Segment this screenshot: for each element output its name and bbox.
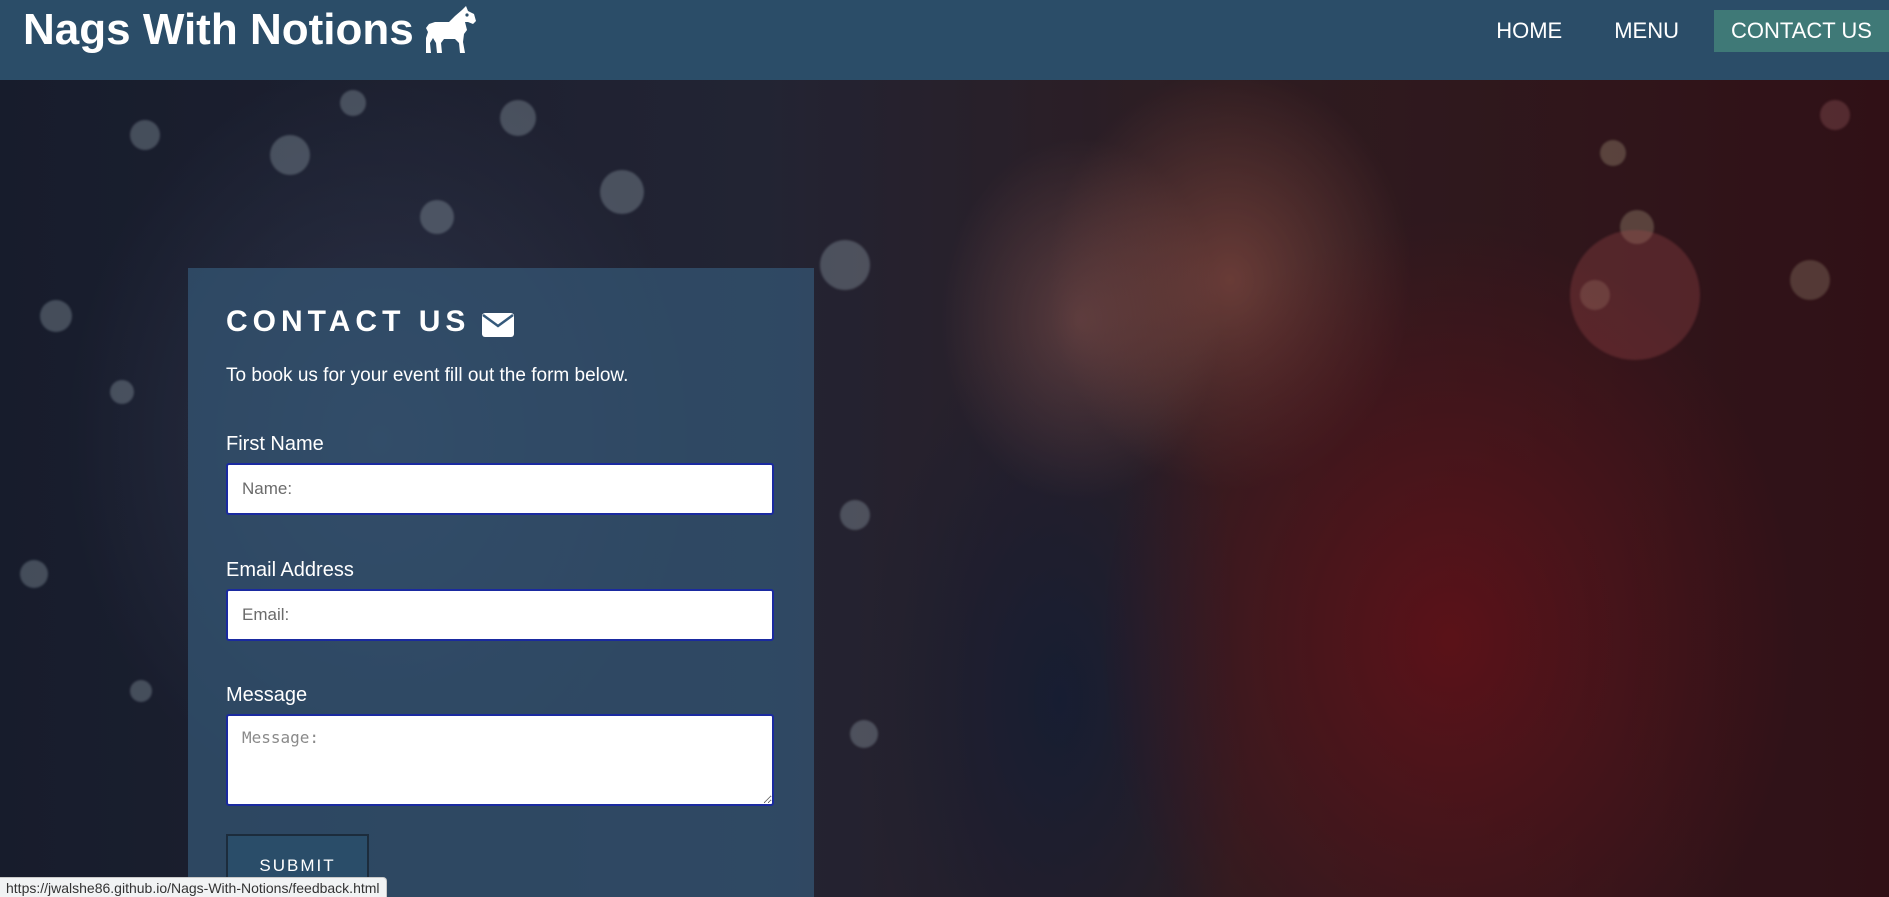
envelope-icon bbox=[482, 310, 515, 337]
contact-form-card: CONTACT US To book us for your event fil… bbox=[188, 268, 814, 897]
brand-title: Nags With Notions bbox=[23, 5, 414, 54]
first-name-input[interactable] bbox=[226, 463, 774, 515]
horse-icon bbox=[424, 6, 478, 54]
brand[interactable]: Nags With Notions bbox=[23, 6, 478, 54]
email-input[interactable] bbox=[226, 589, 774, 641]
first-name-label: First Name bbox=[226, 433, 324, 455]
site-header: Nags With Notions HOME MENU CONTACT US bbox=[0, 0, 1889, 80]
status-bar-url: https://jwalshe86.github.io/Nags-With-No… bbox=[0, 877, 387, 897]
contact-title-text: CONTACT US bbox=[226, 305, 471, 338]
nav-contact-us[interactable]: CONTACT US bbox=[1714, 10, 1889, 52]
nav-menu[interactable]: MENU bbox=[1597, 10, 1696, 52]
contact-intro-text: To book us for your event fill out the f… bbox=[226, 365, 629, 386]
email-label: Email Address bbox=[226, 559, 354, 581]
contact-title: CONTACT US bbox=[226, 304, 515, 340]
nav-home[interactable]: HOME bbox=[1479, 10, 1579, 52]
message-label: Message bbox=[226, 684, 308, 706]
main-nav: HOME MENU CONTACT US bbox=[1461, 10, 1889, 52]
message-textarea[interactable] bbox=[226, 714, 774, 806]
